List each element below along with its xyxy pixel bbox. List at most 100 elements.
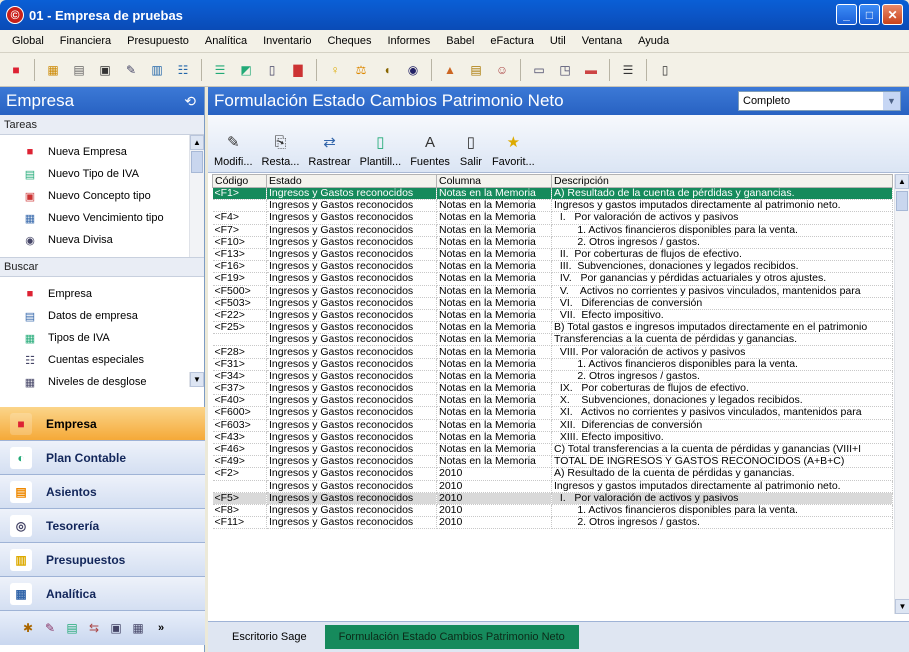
bulb-icon[interactable]: ♀ bbox=[325, 60, 345, 80]
table-row[interactable]: <F1> Ingresos y Gastos reconocidos Notas e… bbox=[212, 187, 893, 201]
table-row[interactable]: <F19> Ingresos y Gastos reconocidos Notas … bbox=[212, 272, 893, 286]
table-row[interactable]: <F25> Ingresos y Gastos reconocidos Notas … bbox=[212, 321, 893, 335]
note-icon[interactable]: ◳ bbox=[555, 60, 575, 80]
scroll-down-arrow-icon[interactable]: ▼ bbox=[190, 372, 204, 387]
buscar-scrollbar[interactable]: ▼ bbox=[189, 372, 204, 387]
view-select[interactable]: Completo ▼ bbox=[738, 91, 901, 111]
table-row[interactable]: <F22> Ingresos y Gastos reconocidos Notas … bbox=[212, 309, 893, 323]
pencil-icon[interactable]: ✎ bbox=[42, 620, 58, 636]
search-item[interactable]: ■ Empresa bbox=[0, 283, 204, 305]
sctr-icon[interactable]: ▤ bbox=[69, 60, 89, 80]
table-row[interactable]: Ingresos y Gastos reconocidos Notas en la… bbox=[212, 199, 893, 213]
menu-item-5[interactable]: Cheques bbox=[319, 35, 379, 47]
colors-icon[interactable]: ■ bbox=[6, 60, 26, 80]
table-row[interactable]: <F49> Ingresos y Gastos reconocidos Notas … bbox=[212, 455, 893, 469]
grid-icon[interactable]: ▦ bbox=[43, 60, 63, 80]
task-item[interactable]: ■ Nueva Empresa bbox=[0, 141, 204, 163]
nav-button-0[interactable]: ■ Empresa bbox=[0, 407, 205, 441]
grid-scrollbar[interactable]: ▲ ▼ bbox=[894, 174, 909, 614]
column-header-3[interactable]: Descripción bbox=[551, 174, 893, 188]
report-icon[interactable]: ▤ bbox=[466, 60, 486, 80]
column-header-2[interactable]: Columna bbox=[436, 174, 552, 188]
task-item[interactable]: ▤ Nuevo Tipo de IVA bbox=[0, 163, 204, 185]
buscar-section-header[interactable]: Buscar bbox=[0, 257, 204, 277]
menu-item-7[interactable]: Babel bbox=[438, 35, 482, 47]
menu-item-11[interactable]: Ayuda bbox=[630, 35, 677, 47]
table-row[interactable]: <F4> Ingresos y Gastos reconocidos Notas e… bbox=[212, 211, 893, 225]
tab-0[interactable]: Escritorio Sage bbox=[218, 625, 321, 649]
menu-item-10[interactable]: Ventana bbox=[574, 35, 630, 47]
close-button[interactable]: ✕ bbox=[882, 4, 903, 25]
tareas-section-header[interactable]: Tareas bbox=[0, 115, 204, 135]
person-icon[interactable]: ☺ bbox=[492, 60, 512, 80]
menu-item-9[interactable]: Util bbox=[542, 35, 574, 47]
table-row[interactable]: <F31> Ingresos y Gastos reconocidos Notas … bbox=[212, 358, 893, 371]
menu-item-6[interactable]: Informes bbox=[379, 35, 438, 47]
table-row[interactable]: <F40> Ingresos y Gastos reconocidos Notas … bbox=[212, 394, 893, 408]
scroll-thumb[interactable] bbox=[896, 191, 908, 211]
chevron-down-icon[interactable]: ▼ bbox=[883, 92, 900, 110]
more-buttons-icon[interactable]: » bbox=[158, 622, 164, 634]
search-item[interactable]: ☷ Cuentas especiales bbox=[0, 349, 204, 371]
card-icon[interactable]: ▬ bbox=[581, 60, 601, 80]
nav-button-5[interactable]: ▦ Analítica bbox=[0, 577, 205, 611]
table-row[interactable]: <F13> Ingresos y Gastos reconocidos Notas … bbox=[212, 248, 893, 262]
table-row[interactable]: <F5> Ingresos y Gastos reconocidos 2010 I.… bbox=[212, 492, 893, 505]
search-item[interactable]: ▦ Niveles de desglose bbox=[0, 371, 204, 393]
menu-item-2[interactable]: Presupuesto bbox=[119, 35, 197, 47]
menu-item-3[interactable]: Analítica bbox=[197, 35, 255, 47]
nav-button-2[interactable]: ▤ Asientos bbox=[0, 475, 205, 509]
book-icon[interactable]: ▯ bbox=[262, 60, 282, 80]
table-row[interactable]: <F600> Ingresos y Gastos reconocidos Notas… bbox=[212, 406, 893, 420]
task-item[interactable]: ▣ Nuevo Concepto tipo bbox=[0, 185, 204, 207]
table-row[interactable]: <F8> Ingresos y Gastos reconocidos 2010 1.… bbox=[212, 504, 893, 518]
table-row[interactable]: Ingresos y Gastos reconocidos 2010 Ingreso… bbox=[212, 480, 893, 493]
scroll-up-arrow-icon[interactable]: ▲ bbox=[895, 174, 909, 189]
scale-icon[interactable]: ⚖ bbox=[351, 60, 371, 80]
table-row[interactable]: <F43> Ingresos y Gastos reconocidos Notas … bbox=[212, 431, 893, 444]
bag-icon[interactable]: ◖ bbox=[377, 60, 397, 80]
table-row[interactable]: <F10> Ingresos y Gastos reconocidos Notas … bbox=[212, 236, 893, 249]
search-item[interactable]: ▦ Tipos de IVA bbox=[0, 327, 204, 349]
tareas-scrollbar[interactable]: ▲ bbox=[189, 135, 204, 257]
tab-1[interactable]: Formulación Estado Cambios Patrimonio Ne… bbox=[324, 625, 579, 649]
table-row[interactable]: <F2> Ingresos y Gastos reconocidos 2010 A) … bbox=[212, 467, 893, 481]
column-header-0[interactable]: Código bbox=[212, 174, 267, 188]
window-icon[interactable]: ▭ bbox=[529, 60, 549, 80]
balance-icon[interactable]: ▥ bbox=[147, 60, 167, 80]
search-item[interactable]: ▤ Datos de empresa bbox=[0, 305, 204, 327]
gear-icon[interactable]: ✱ bbox=[20, 620, 36, 636]
tool-button-4[interactable]: A Fuentes bbox=[410, 130, 450, 169]
tool-button-5[interactable]: ▯ Salir bbox=[459, 130, 483, 168]
menu-item-4[interactable]: Inventario bbox=[255, 35, 319, 47]
scroll-up-arrow-icon[interactable]: ▲ bbox=[190, 135, 204, 150]
bars-icon[interactable]: ▇ bbox=[288, 60, 308, 80]
coin-icon[interactable]: ◉ bbox=[403, 60, 423, 80]
document-icon[interactable]: ▣ bbox=[95, 60, 115, 80]
tool-button-6[interactable]: ★ Favorit... bbox=[492, 130, 535, 168]
table-row[interactable]: <F37> Ingresos y Gastos reconocidos Notas … bbox=[212, 382, 893, 396]
tool-button-3[interactable]: ▯ Plantill... bbox=[360, 130, 402, 168]
table-row[interactable]: <F16> Ingresos y Gastos reconocidos Notas … bbox=[212, 260, 893, 274]
menu-item-8[interactable]: eFactura bbox=[482, 35, 541, 47]
tool-button-2[interactable]: ⇄ Rastrear bbox=[308, 130, 350, 168]
table-row[interactable]: <F11> Ingresos y Gastos reconocidos 2010 2… bbox=[212, 516, 893, 530]
ledger-icon[interactable]: ▤ bbox=[64, 620, 80, 636]
tool-button-1[interactable]: ⎘ Resta... bbox=[262, 130, 300, 169]
nav-button-4[interactable]: ▥ Presupuestos bbox=[0, 543, 205, 577]
tools-icon[interactable]: ✎ bbox=[121, 60, 141, 80]
transfer-icon[interactable]: ⇆ bbox=[86, 620, 102, 636]
menu-item-1[interactable]: Financiera bbox=[52, 35, 119, 47]
minimize-button[interactable]: _ bbox=[836, 4, 857, 25]
table-row[interactable]: <F28> Ingresos y Gastos reconocidos Notas … bbox=[212, 345, 893, 359]
task-item[interactable]: ◉ Nueva Divisa bbox=[0, 229, 204, 251]
doc-icon[interactable]: ▣ bbox=[108, 620, 124, 636]
task-item[interactable]: ▦ Nuevo Vencimiento tipo bbox=[0, 207, 204, 229]
calendar-icon[interactable]: ▦ bbox=[130, 620, 146, 636]
table-row[interactable]: <F46> Ingresos y Gastos reconocidos Notas … bbox=[212, 443, 893, 457]
table-row[interactable]: <F7> Ingresos y Gastos reconocidos Notas e… bbox=[212, 224, 893, 237]
scroll-down-arrow-icon[interactable]: ▼ bbox=[895, 599, 909, 614]
table-row[interactable]: Ingresos y Gastos reconocidos Notas en la… bbox=[212, 333, 893, 347]
table-row[interactable]: <F34> Ingresos y Gastos reconocidos Notas … bbox=[212, 370, 893, 384]
nav-button-1[interactable]: ◐ Plan Contable bbox=[0, 441, 205, 475]
